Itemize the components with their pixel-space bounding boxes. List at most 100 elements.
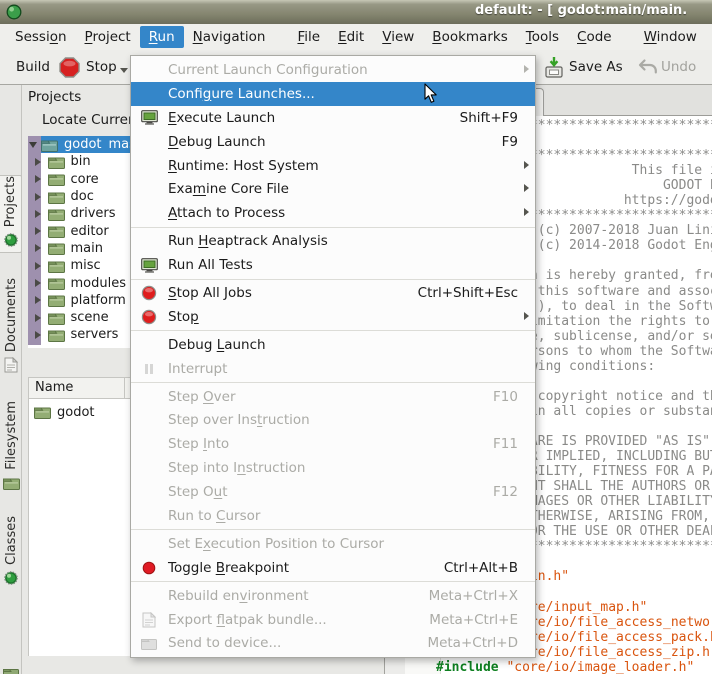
menu-item-shortcut: F12 bbox=[493, 484, 518, 500]
menu-item-shortcut: F10 bbox=[493, 389, 518, 405]
menu-item-debug-launch[interactable]: Debug LaunchF9 bbox=[131, 130, 535, 154]
menubar-item-view[interactable]: View bbox=[373, 26, 423, 48]
menu-item-debug-launch[interactable]: Debug Launch bbox=[131, 333, 535, 357]
tree-row-label: editor bbox=[71, 224, 109, 239]
menubar-item-file[interactable]: File bbox=[288, 26, 329, 48]
menu-item-label: Runtime: Host System bbox=[168, 158, 319, 174]
folder-icon bbox=[48, 293, 65, 307]
expander-closed-icon[interactable] bbox=[35, 331, 41, 339]
folder-icon bbox=[34, 405, 51, 419]
sidebar-tab-classes[interactable]: Classes bbox=[0, 516, 22, 590]
menu-item-stop-all-jobs[interactable]: Stop All JobsCtrl+Shift+Esc bbox=[131, 281, 535, 305]
menu-item-rebuild-environment[interactable]: Rebuild environment Meta+Ctrl+X bbox=[131, 584, 535, 608]
undo-button[interactable]: Undo bbox=[661, 59, 696, 75]
menubar-item-bookmarks[interactable]: Bookmarks bbox=[423, 26, 516, 48]
breakpoint-icon bbox=[136, 561, 162, 575]
menu-item-step-out[interactable]: Step OutF12 bbox=[131, 480, 535, 504]
menu-item-label: Run Heaptrack Analysis bbox=[168, 233, 328, 249]
menu-item-label: Step Into bbox=[168, 436, 229, 452]
menu-item-current-launch-configuration[interactable]: Current Launch Configuration bbox=[131, 58, 535, 82]
stop-dropdown-caret-icon[interactable] bbox=[120, 68, 128, 73]
menu-item-label: Step into Instruction bbox=[168, 460, 305, 476]
menubar-item-project[interactable]: Project bbox=[76, 26, 140, 48]
menu-item-interrupt[interactable]: Interrupt bbox=[131, 357, 535, 381]
menu-item-run-heaptrack-analysis[interactable]: Run Heaptrack Analysis bbox=[131, 229, 535, 253]
menu-item-execute-launch[interactable]: Execute Launch Shift+F9 bbox=[131, 106, 535, 130]
kdevelop-window: default: - [ godot:main/main. SessionPro… bbox=[0, 0, 712, 674]
menu-item-shortcut: Meta+Ctrl+E bbox=[429, 612, 518, 628]
expander-closed-icon[interactable] bbox=[35, 158, 41, 166]
menu-item-export-flatpak-bundle[interactable]: Export flatpak bundle...Meta+Ctrl+E bbox=[131, 608, 535, 632]
menu-item-shortcut: Shift+F9 bbox=[460, 110, 518, 126]
menu-item-run-all-tests[interactable]: Run All Tests bbox=[131, 253, 535, 277]
expander-open-icon[interactable] bbox=[29, 142, 37, 148]
expander-closed-icon[interactable] bbox=[35, 296, 41, 304]
tree-row-label: main bbox=[71, 241, 103, 256]
menubar-item-code[interactable]: Code bbox=[568, 26, 621, 48]
folder-icon bbox=[48, 241, 65, 255]
dock-tab-strip: Projects Documents Filesystem Classes bbox=[0, 85, 22, 674]
menu-item-send-to-device[interactable]: Send to device...Meta+Ctrl+D bbox=[131, 631, 535, 655]
menu-item-attach-to-process[interactable]: Attach to Process bbox=[131, 201, 535, 225]
menu-item-label: Step Over bbox=[168, 389, 236, 405]
tree-row-label: bin bbox=[71, 154, 91, 169]
tree-row-label: platform bbox=[71, 293, 126, 308]
menu-item-label: Toggle Breakpoint bbox=[168, 560, 289, 576]
save-as-button[interactable]: Save As bbox=[569, 59, 623, 75]
expander-closed-icon[interactable] bbox=[35, 262, 41, 270]
expander-closed-icon[interactable] bbox=[35, 227, 41, 235]
folder-icon bbox=[48, 190, 65, 204]
monitor-icon bbox=[136, 258, 162, 273]
code-line: #include "core/io/image_loader.h" bbox=[436, 660, 712, 674]
folder-gray-icon bbox=[136, 637, 162, 650]
menu-item-label: Execute Launch bbox=[168, 110, 275, 126]
column-divider[interactable] bbox=[124, 378, 125, 398]
menubar-item-window[interactable]: Window bbox=[635, 26, 706, 48]
menu-item-step-into-instruction[interactable]: Step into Instruction bbox=[131, 456, 535, 480]
menu-item-step-over[interactable]: Step Over F10 bbox=[131, 385, 535, 409]
folder-icon bbox=[48, 276, 65, 290]
sidebar-tab-filesystem[interactable]: Filesystem bbox=[0, 401, 22, 494]
expander-closed-icon[interactable] bbox=[35, 244, 41, 252]
menu-item-toggle-breakpoint[interactable]: Toggle BreakpointCtrl+Alt+B bbox=[131, 556, 535, 580]
expander-closed-icon[interactable] bbox=[35, 210, 41, 218]
menu-item-label: Attach to Process bbox=[168, 205, 285, 221]
build-button[interactable]: Build bbox=[16, 59, 50, 75]
stop-icon bbox=[136, 309, 162, 325]
menu-item-runtime-host-system[interactable]: Runtime: Host System bbox=[131, 154, 535, 178]
sidebar-tab-projects[interactable]: Projects bbox=[0, 175, 22, 253]
project-folder-icon bbox=[41, 138, 58, 152]
menubar-item-session[interactable]: Session bbox=[6, 26, 76, 48]
menubar-item-edit[interactable]: Edit bbox=[329, 26, 373, 48]
menu-item-label: Send to device... bbox=[168, 635, 281, 651]
tree-row-label: misc bbox=[71, 258, 101, 273]
menu-item-shortcut: Meta+Ctrl+X bbox=[429, 588, 518, 604]
sidebar-tab-documents[interactable]: Documents bbox=[0, 278, 22, 377]
menu-item-step-over-instruction[interactable]: Step over Instruction bbox=[131, 408, 535, 432]
menubar-item-run[interactable]: Run bbox=[140, 26, 184, 48]
menubar-item-navigation[interactable]: Navigation bbox=[184, 26, 275, 48]
menu-item-label: Set Execution Position to Cursor bbox=[168, 536, 384, 552]
folder-icon bbox=[48, 328, 65, 342]
folder-icon bbox=[48, 259, 65, 273]
expander-closed-icon[interactable] bbox=[35, 175, 41, 183]
mouse-cursor bbox=[424, 83, 438, 108]
menu-item-stop[interactable]: Stop bbox=[131, 305, 535, 329]
menu-item-label: Rebuild environment bbox=[168, 588, 309, 604]
tree-row-label: modules bbox=[71, 276, 127, 291]
menu-item-label: Run All Tests bbox=[168, 257, 253, 273]
menu-item-run-to-cursor[interactable]: Run to Cursor bbox=[131, 504, 535, 528]
menu-item-step-into[interactable]: Step IntoF11 bbox=[131, 432, 535, 456]
menubar-item-settings[interactable]: Settings bbox=[706, 26, 712, 48]
expander-closed-icon[interactable] bbox=[35, 193, 41, 201]
menu-item-set-execution-position-to-cursor[interactable]: Set Execution Position to Cursor bbox=[131, 532, 535, 556]
expander-closed-icon[interactable] bbox=[35, 279, 41, 287]
menu-item-examine-core-file[interactable]: Examine Core File bbox=[131, 177, 535, 201]
submenu-arrow-icon bbox=[524, 208, 529, 216]
menu-item-shortcut: Ctrl+Shift+Esc bbox=[418, 285, 518, 301]
menubar-item-tools[interactable]: Tools bbox=[517, 26, 568, 48]
menu-item-configure-launches[interactable]: Configure Launches... bbox=[131, 82, 535, 106]
expander-closed-icon[interactable] bbox=[35, 314, 41, 322]
folder-icon bbox=[48, 155, 65, 169]
stop-button[interactable]: Stop bbox=[86, 59, 117, 75]
